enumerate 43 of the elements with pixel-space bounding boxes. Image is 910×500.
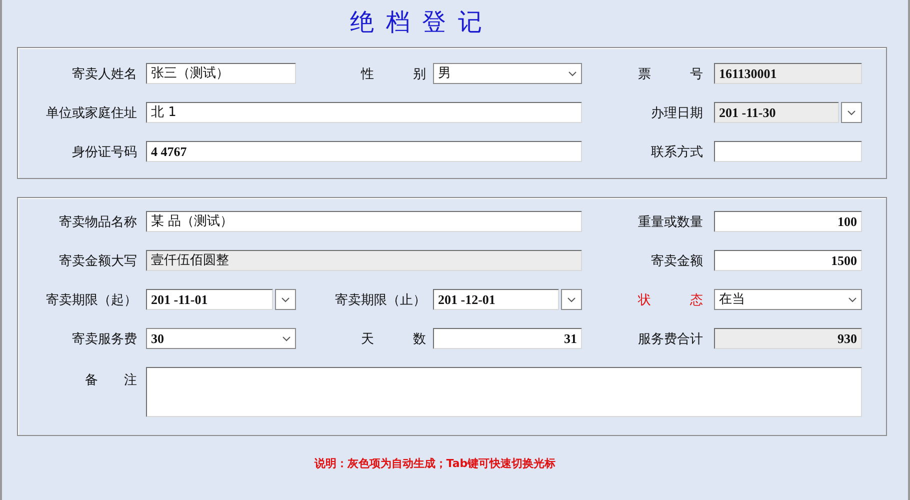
chevron-down-icon — [567, 296, 576, 302]
date-picker-button[interactable] — [275, 289, 296, 310]
input-field[interactable]: 1500 — [714, 250, 862, 271]
help-note: 说明：灰色项为自动生成；Tab键可快速切换光标 — [314, 456, 556, 471]
date-field[interactable]: 201 -11-01 — [146, 289, 273, 310]
field-label: 联系方式 — [650, 144, 704, 160]
field-label: 寄卖服务费 — [71, 330, 138, 348]
field-label: 备 注 — [84, 372, 138, 389]
field-label: 寄卖人姓名 — [71, 66, 138, 82]
chevron-down-icon — [848, 296, 857, 302]
dropdown[interactable]: 在当 — [714, 289, 862, 310]
chevron-down-icon — [568, 70, 577, 76]
field-label: 办理日期 — [650, 104, 704, 122]
notes-field[interactable] — [146, 367, 862, 417]
field-label: 寄卖期限（止） — [334, 292, 427, 308]
field-label: 寄卖金额 — [650, 252, 704, 270]
field-label: 重量或数量 — [637, 214, 704, 230]
field-label: 性 别 — [360, 66, 427, 82]
input-field[interactable]: 北 1 — [146, 102, 582, 123]
input-field[interactable]: 100 — [714, 211, 862, 232]
field-label: 服务费合计 — [637, 330, 704, 348]
input-field[interactable]: 某 品（测试） — [146, 211, 582, 232]
field-label: 寄卖物品名称 — [58, 214, 138, 230]
chevron-down-icon — [847, 110, 856, 116]
dropdown[interactable]: 30 — [146, 328, 296, 349]
date-field[interactable]: 201 -12-01 — [433, 289, 559, 310]
input-field[interactable]: 4 4767 — [146, 141, 582, 162]
form-title: 绝档登记 — [350, 7, 494, 38]
input-field[interactable] — [714, 141, 862, 162]
date-picker-button[interactable] — [841, 102, 862, 123]
chevron-down-icon — [282, 336, 291, 342]
field-label: 寄卖金额大写 — [58, 252, 138, 270]
input-field[interactable]: 张三（测试） — [146, 63, 296, 84]
dropdown[interactable]: 男 — [433, 63, 582, 84]
field-label: 寄卖期限（起） — [45, 292, 138, 308]
field-label: 天 数 — [360, 330, 427, 348]
field-label: 身份证号码 — [71, 144, 138, 160]
field-label: 状 态 — [636, 292, 704, 308]
input-field[interactable]: 31 — [433, 328, 582, 349]
date-picker-button[interactable] — [561, 289, 582, 310]
field-label: 票 号 — [637, 66, 704, 82]
field-label: 单位或家庭住址 — [45, 104, 138, 122]
chevron-down-icon — [281, 296, 290, 302]
